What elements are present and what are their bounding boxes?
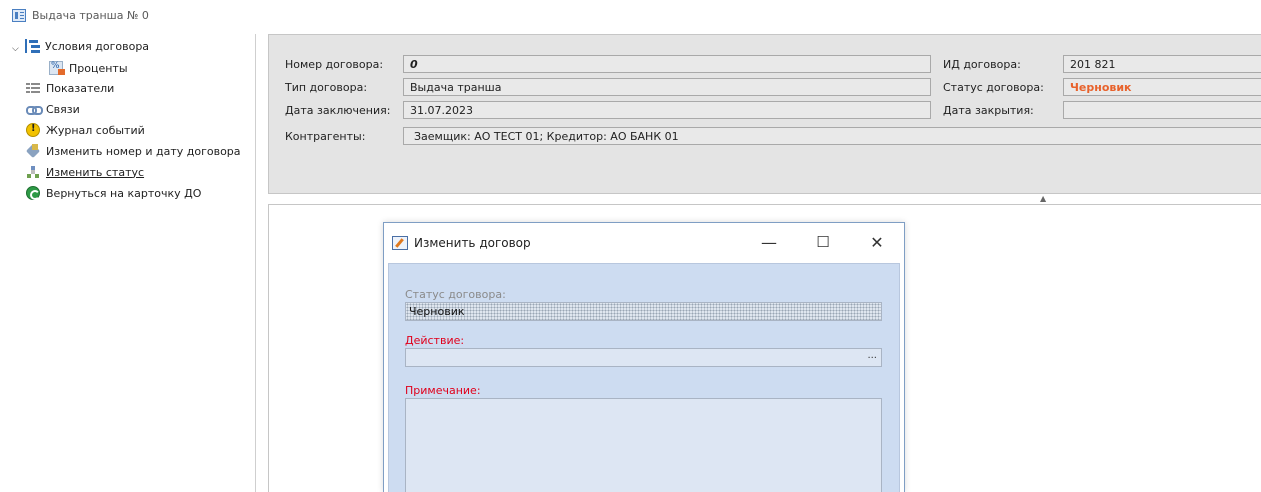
sidebar-item-change-status[interactable]: Изменить статус (26, 162, 144, 182)
sidebar-item-label: Условия договора (45, 39, 150, 53)
counterparties-field[interactable]: Заемщик: АО ТЕСТ 01; Кредитор: АО БАНК 0… (403, 127, 1261, 145)
sidebar-item-label: Журнал событий (46, 123, 145, 137)
sidebar-item-change-number-date[interactable]: Изменить номер и дату договора (26, 141, 241, 161)
tree-icon (25, 39, 39, 53)
sidebar-item-label: Изменить статус (46, 165, 145, 179)
document-list-icon (12, 8, 26, 22)
sidebar-item-label: Проценты (69, 61, 128, 75)
close-button[interactable]: ✕ (866, 231, 888, 253)
conclusion-date-label: Дата заключения: (285, 104, 391, 117)
chevron-up-icon[interactable]: ▲ (1040, 194, 1046, 203)
warning-icon (26, 123, 40, 137)
maximize-button[interactable]: ☐ (812, 231, 834, 253)
status-icon (26, 165, 40, 179)
edit-icon (26, 144, 40, 158)
contract-status-label: Статус договора: (943, 81, 1044, 94)
indicators-icon (26, 81, 40, 95)
minimize-button[interactable]: — (758, 231, 780, 253)
sidebar-item-event-log[interactable]: Журнал событий (26, 120, 145, 140)
sidebar-item-indicators[interactable]: Показатели (26, 78, 114, 98)
sidebar-item-label: Изменить номер и дату договора (46, 144, 241, 158)
edit-document-icon (392, 236, 408, 250)
back-icon (26, 186, 40, 200)
contract-number-field[interactable]: 0 (403, 55, 931, 73)
window-titlebar: Выдача транша № 0 (0, 0, 1261, 30)
window-title: Выдача транша № 0 (32, 8, 149, 22)
dialog-title: Изменить договор (414, 236, 531, 250)
sidebar-item-label: Связи (46, 102, 80, 116)
browse-button[interactable]: ... (867, 350, 877, 361)
action-field[interactable]: ... (405, 348, 882, 367)
contract-details-panel: Номер договора: 0 Тип договора: Выдача т… (268, 34, 1261, 194)
action-label: Действие: (405, 334, 465, 347)
sidebar-item-return-to-card[interactable]: Вернуться на карточку ДО (26, 183, 201, 203)
sidebar-item-interest[interactable]: Проценты (49, 58, 128, 78)
contract-status-field[interactable]: Черновик (1063, 78, 1261, 96)
chevron-down-icon[interactable]: ⌵ (12, 44, 19, 54)
contract-type-label: Тип договора: (285, 81, 368, 94)
note-textarea[interactable] (405, 398, 882, 492)
counterparties-label: Контрагенты: (285, 130, 366, 143)
conclusion-date-field[interactable]: 31.07.2023 (403, 101, 931, 119)
sidebar-item-contract-terms[interactable]: Условия договора (25, 36, 149, 56)
close-date-label: Дата закрытия: (943, 104, 1034, 117)
contract-number-label: Номер договора: (285, 58, 384, 71)
note-label: Примечание: (405, 384, 481, 397)
status-label: Статус договора: (405, 288, 506, 301)
close-date-field[interactable] (1063, 101, 1261, 119)
sidebar-nav: ⌵ Условия договора Проценты Показатели С… (0, 34, 256, 492)
dialog-body: Статус договора: Черновик Действие: ... … (388, 263, 900, 492)
status-value: Черновик (409, 305, 465, 318)
change-contract-dialog: Изменить договор — ☐ ✕ Статус договора: … (383, 222, 905, 492)
percent-icon (49, 61, 65, 75)
contract-id-label: ИД договора: (943, 58, 1021, 71)
contract-type-field[interactable]: Выдача транша (403, 78, 931, 96)
contract-id-field[interactable]: 201 821 (1063, 55, 1261, 73)
links-icon (26, 102, 43, 116)
status-field: Черновик (405, 302, 882, 321)
sidebar-item-label: Вернуться на карточку ДО (46, 186, 202, 200)
sidebar-item-links[interactable]: Связи (26, 99, 80, 119)
sidebar-item-label: Показатели (46, 81, 115, 95)
panel-splitter[interactable]: ▲ (268, 194, 1261, 204)
